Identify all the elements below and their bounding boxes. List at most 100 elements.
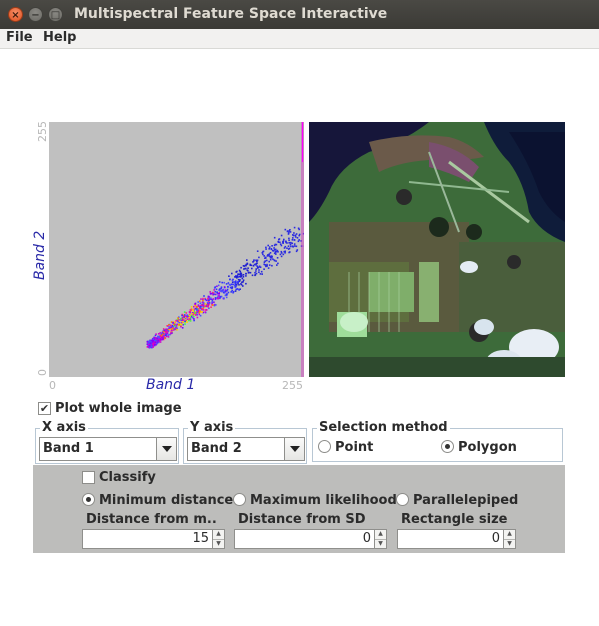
- plot-whole-image-row[interactable]: ✔ Plot whole image: [38, 401, 182, 416]
- menu-help[interactable]: Help: [43, 30, 76, 45]
- scatter-pixel: [185, 315, 188, 318]
- minimize-icon[interactable]: −: [28, 7, 43, 22]
- scatter-pixel: [295, 250, 298, 253]
- y-axis-select[interactable]: Band 2: [187, 437, 305, 461]
- scatter-pixel: [262, 253, 264, 256]
- scatter-pixel: [197, 301, 199, 303]
- scatter-pixel: [294, 236, 297, 238]
- scatter-pixel: [275, 260, 277, 262]
- spin-up-icon[interactable]: ▲: [375, 530, 386, 540]
- scatter-pixel: [205, 309, 208, 311]
- rectangle-size-spinner[interactable]: 0 ▲ ▼: [397, 529, 516, 549]
- polygon-radio[interactable]: [441, 440, 454, 453]
- scatter-pixel: [210, 306, 212, 308]
- distance-from-sd-label: Distance from SD: [238, 512, 388, 527]
- chevron-down-icon[interactable]: [156, 438, 176, 460]
- close-icon[interactable]: ×: [8, 7, 23, 22]
- scatter-pixel: [255, 264, 257, 266]
- distance-from-mean-value[interactable]: 15: [83, 530, 212, 548]
- plot-whole-image-label: Plot whole image: [55, 401, 182, 416]
- menu-file[interactable]: File: [6, 30, 33, 45]
- maximize-icon[interactable]: □: [48, 7, 63, 22]
- spin-up-icon[interactable]: ▲: [504, 530, 515, 540]
- parallelepiped-radio[interactable]: [396, 493, 409, 506]
- minimum-distance-radio[interactable]: [82, 493, 95, 506]
- scatter-pixel: [148, 345, 151, 347]
- rectangle-size-value[interactable]: 0: [398, 530, 503, 548]
- scatter-pixel: [190, 309, 192, 312]
- scatter-pixel: [263, 255, 265, 257]
- scatter-pixel: [259, 273, 262, 275]
- scatter-pixel: [218, 297, 220, 299]
- point-option[interactable]: Point: [318, 440, 373, 455]
- scatter-pixel: [284, 252, 286, 254]
- plot-whole-image-checkbox[interactable]: ✔: [38, 402, 51, 415]
- distance-from-sd-value[interactable]: 0: [235, 530, 374, 548]
- maximum-likelihood-radio[interactable]: [233, 493, 246, 506]
- scatter-pixel: [277, 262, 279, 265]
- distance-from-mean-spinner[interactable]: 15 ▲ ▼: [82, 529, 225, 549]
- scatter-pixel: [193, 315, 195, 318]
- spin-down-icon[interactable]: ▼: [213, 539, 224, 548]
- scatter-pixel: [290, 245, 292, 248]
- scatter-pixel: [277, 240, 279, 243]
- spin-down-icon[interactable]: ▼: [504, 539, 515, 548]
- scatter-pixel: [204, 311, 206, 313]
- scatter-pixel: [174, 321, 176, 324]
- spinner-buttons[interactable]: ▲ ▼: [212, 530, 224, 548]
- scatter-pixel: [178, 321, 181, 324]
- scatter-pixel: [239, 279, 241, 281]
- spinner-buttons[interactable]: ▲ ▼: [503, 530, 515, 548]
- scatter-pixel: [209, 292, 212, 295]
- spin-down-icon[interactable]: ▼: [375, 539, 386, 548]
- scatter-pixel: [207, 303, 209, 305]
- point-radio[interactable]: [318, 440, 331, 453]
- scatter-pixel: [210, 297, 212, 299]
- scatter-pixel: [162, 330, 165, 333]
- distance-from-sd-spinner[interactable]: 0 ▲ ▼: [234, 529, 387, 549]
- scatter-pixel: [284, 250, 286, 253]
- chevron-down-icon[interactable]: [284, 438, 304, 460]
- scatter-pixel: [167, 336, 170, 338]
- scatter-pixel: [277, 251, 279, 253]
- scatter-pixel: [246, 259, 248, 261]
- scatter-pixel: [242, 279, 245, 281]
- selection-method-group: Selection method Point Polygon: [312, 420, 563, 462]
- scatter-pixel: [187, 319, 190, 322]
- scatter-pixel: [296, 237, 299, 239]
- spin-up-icon[interactable]: ▲: [213, 530, 224, 540]
- minimum-distance-option[interactable]: Minimum distance: [82, 493, 233, 508]
- feature-space-plot[interactable]: 255 0 0 255 Band 1 Band 2: [30, 120, 308, 395]
- scatter-pixel: [170, 321, 173, 323]
- scatter-pixel: [214, 290, 217, 293]
- spinner-buttons[interactable]: ▲ ▼: [374, 530, 386, 548]
- scatter-pixel: [169, 333, 171, 336]
- scatter-pixel: [235, 271, 237, 273]
- scatter-pixel: [222, 290, 224, 292]
- point-label: Point: [335, 440, 374, 455]
- maximum-likelihood-option[interactable]: Maximum likelihood: [233, 493, 397, 508]
- x-axis-select[interactable]: Band 1: [39, 437, 177, 461]
- classify-checkbox[interactable]: [82, 471, 95, 484]
- x-axis-value: Band 1: [43, 441, 94, 456]
- plot-area[interactable]: [49, 122, 308, 377]
- polygon-option[interactable]: Polygon: [441, 440, 517, 455]
- scatter-pixel: [254, 271, 256, 274]
- scatter-pixel: [273, 259, 276, 261]
- scatter-pixel: [268, 246, 271, 248]
- parallelepiped-option[interactable]: Parallelepiped: [396, 493, 518, 508]
- scatter-pixel: [190, 315, 193, 318]
- scatter-pixel: [209, 291, 211, 293]
- scatter-pixel: [274, 248, 277, 251]
- scatter-pixel: [147, 342, 150, 344]
- parallelepiped-label: Parallelepiped: [413, 493, 519, 508]
- multispectral-image[interactable]: [309, 122, 565, 377]
- y-axis-label: Band 2: [32, 230, 48, 280]
- classify-row[interactable]: Classify: [82, 470, 156, 485]
- scatter-pixel: [262, 250, 264, 253]
- scatter-pixel: [235, 284, 238, 286]
- scatter-pixel: [162, 335, 165, 338]
- scatter-pixel: [237, 281, 239, 283]
- scatter-pixel: [207, 295, 210, 298]
- scatter-pixel: [208, 302, 211, 304]
